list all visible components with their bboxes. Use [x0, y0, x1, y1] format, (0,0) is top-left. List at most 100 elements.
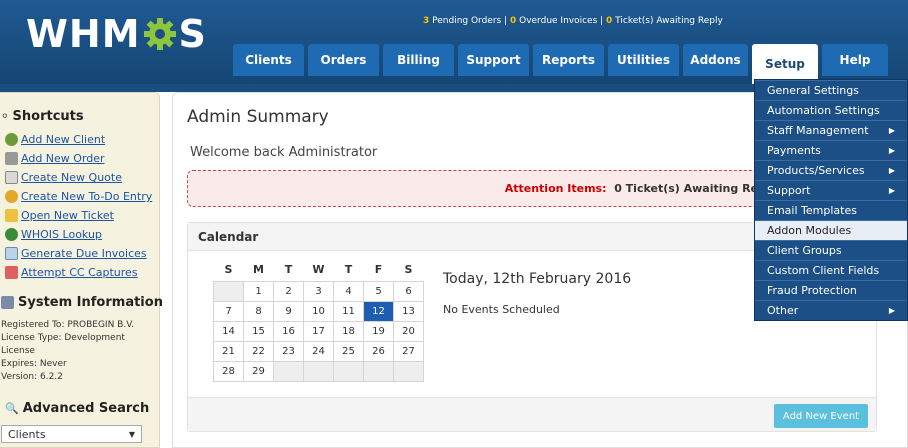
shortcut-label[interactable]: Create New To-Do Entry [21, 190, 152, 203]
overdue-invoices-label[interactable]: Overdue Invoices | [516, 16, 606, 26]
calendar-day[interactable]: 6 [393, 280, 424, 302]
setup-menu-label: Automation Settings [767, 104, 880, 117]
submenu-arrow-icon: ▶ [888, 186, 895, 195]
advanced-search-title: Advanced Search [22, 401, 150, 416]
submenu-arrow-icon: ▶ [888, 146, 895, 155]
setup-menu-item[interactable]: Payments ▶ [755, 140, 907, 160]
shortcut-generate-due-invoices[interactable]: Generate Due Invoices [5, 247, 147, 260]
tickets-awaiting-label[interactable]: Ticket(s) Awaiting Reply [612, 16, 723, 26]
shortcut-whois-lookup[interactable]: WHOIS Lookup [5, 228, 102, 241]
advanced-search-heading: 🔍 Advanced Search [5, 401, 149, 416]
calendar-day[interactable]: 25 [333, 340, 364, 362]
calendar-empty-cell [393, 360, 424, 382]
calendar-day[interactable]: 1 [243, 280, 274, 302]
setup-menu-item[interactable]: Fraud Protection [755, 280, 907, 300]
calendar-day[interactable]: 17 [303, 320, 334, 342]
calendar-day[interactable]: 22 [243, 340, 274, 362]
setup-menu-item[interactable]: Automation Settings [755, 100, 907, 120]
user-add-icon [5, 133, 18, 146]
calendar-day[interactable]: 14 [213, 320, 244, 342]
attention-text[interactable]: 0 Ticket(s) Awaiting Re [614, 182, 758, 195]
calendar-day[interactable]: 10 [303, 300, 334, 322]
calendar-grid: SMTWTFS 1 2 3 4 5 6 7 8 9 10 11 12 13 14 15 16 17 18 19 20 2… [213, 259, 424, 382]
license-expires: Expires: Never [1, 359, 67, 369]
computer-icon [1, 296, 14, 309]
shortcut-label[interactable]: WHOIS Lookup [21, 228, 102, 241]
calendar-day[interactable]: 2 [273, 280, 304, 302]
todo-icon [5, 190, 18, 203]
shortcut-add-new-client[interactable]: Add New Client [5, 133, 105, 146]
calendar-day[interactable]: 18 [333, 320, 364, 342]
tab-utilities[interactable]: Utilities [608, 44, 679, 76]
shortcut-label[interactable]: Add New Client [21, 133, 105, 146]
setup-menu-item[interactable]: Support ▶ [755, 180, 907, 200]
calendar-day[interactable]: 15 [243, 320, 274, 342]
shortcut-open-new-ticket[interactable]: Open New Ticket [5, 209, 114, 222]
calendar-day[interactable]: 3 [303, 280, 334, 302]
calendar-day[interactable]: 9 [273, 300, 304, 322]
setup-menu-label: Client Groups [767, 244, 842, 257]
calendar-day[interactable]: 21 [213, 340, 244, 362]
weekday-header: S [393, 259, 424, 281]
setup-menu-item[interactable]: Client Groups [755, 240, 907, 260]
calendar-day[interactable]: 27 [393, 340, 424, 362]
setup-menu-item[interactable]: Products/Services ▶ [755, 160, 907, 180]
setup-menu-item[interactable]: Addon Modules [755, 220, 907, 240]
whmcs-logo[interactable]: WHM S [26, 12, 207, 56]
calendar-day[interactable]: 16 [273, 320, 304, 342]
setup-menu-item[interactable]: General Settings [755, 80, 907, 100]
calendar-day[interactable]: 4 [333, 280, 364, 302]
calendar-day[interactable]: 7 [213, 300, 244, 322]
shortcut-create-todo[interactable]: Create New To-Do Entry [5, 190, 152, 203]
calendar-day[interactable]: 13 [393, 300, 424, 322]
pending-orders-label[interactable]: Pending Orders | [429, 16, 510, 26]
setup-menu-item[interactable]: Custom Client Fields [755, 260, 907, 280]
globe-icon [5, 228, 18, 241]
calendar-day[interactable]: 8 [243, 300, 274, 322]
calendar-empty-cell [273, 360, 304, 382]
calendar-empty-cell [303, 360, 334, 382]
calendar-day[interactable]: 5 [363, 280, 394, 302]
calendar-day[interactable]: 11 [333, 300, 364, 322]
calendar-footer: Add New Event [188, 397, 876, 431]
setup-menu-label: Staff Management [767, 124, 869, 137]
tab-clients[interactable]: Clients [233, 44, 304, 76]
calendar-day[interactable]: 20 [393, 320, 424, 342]
search-type-select[interactable]: Clients ▼ [1, 425, 142, 443]
tab-support[interactable]: Support [458, 44, 529, 76]
license-type: License Type: Development [1, 333, 125, 343]
tab-help[interactable]: Help [822, 44, 888, 76]
calendar-day[interactable]: 19 [363, 320, 394, 342]
today-date: Today, 12th February 2016 [443, 271, 632, 287]
chevron-down-icon: ▼ [128, 429, 135, 439]
shortcut-label[interactable]: Add New Order [21, 152, 105, 165]
shortcut-label[interactable]: Attempt CC Captures [21, 266, 138, 279]
tab-setup[interactable]: Setup [752, 44, 818, 84]
setup-menu-item[interactable]: Email Templates [755, 200, 907, 220]
weekday-header: F [363, 259, 394, 281]
calendar-day[interactable]: 12 [363, 300, 394, 322]
shortcut-add-new-order[interactable]: Add New Order [5, 152, 105, 165]
shortcut-attempt-cc-captures[interactable]: Attempt CC Captures [5, 266, 138, 279]
header-notices: 3 Pending Orders | 0 Overdue Invoices | … [423, 16, 723, 26]
tab-addons[interactable]: Addons [683, 44, 748, 76]
tab-orders[interactable]: Orders [308, 44, 379, 76]
calendar-day[interactable]: 28 [213, 360, 244, 382]
tab-billing[interactable]: Billing [383, 44, 454, 76]
calendar-day[interactable]: 24 [303, 340, 334, 362]
shortcut-label[interactable]: Open New Ticket [21, 209, 114, 222]
setup-menu-item[interactable]: Other ▶ [755, 300, 907, 320]
tab-reports[interactable]: Reports [533, 44, 604, 76]
calendar-day[interactable]: 29 [243, 360, 274, 382]
calendar-day[interactable]: 26 [363, 340, 394, 362]
attention-items-box: Attention Items: 0 Ticket(s) Awaiting Re [187, 170, 787, 207]
main-nav: Clients Orders Billing Support Reports U… [233, 44, 888, 84]
setup-menu-item[interactable]: Staff Management ▶ [755, 120, 907, 140]
add-new-event-button[interactable]: Add New Event [774, 404, 868, 428]
welcome-message: Welcome back Administrator [190, 145, 378, 160]
calendar-day[interactable]: 23 [273, 340, 304, 362]
shortcut-label[interactable]: Create New Quote [21, 171, 122, 184]
setup-menu-label: Email Templates [767, 204, 857, 217]
shortcut-label[interactable]: Generate Due Invoices [21, 247, 147, 260]
shortcut-create-new-quote[interactable]: Create New Quote [5, 171, 122, 184]
